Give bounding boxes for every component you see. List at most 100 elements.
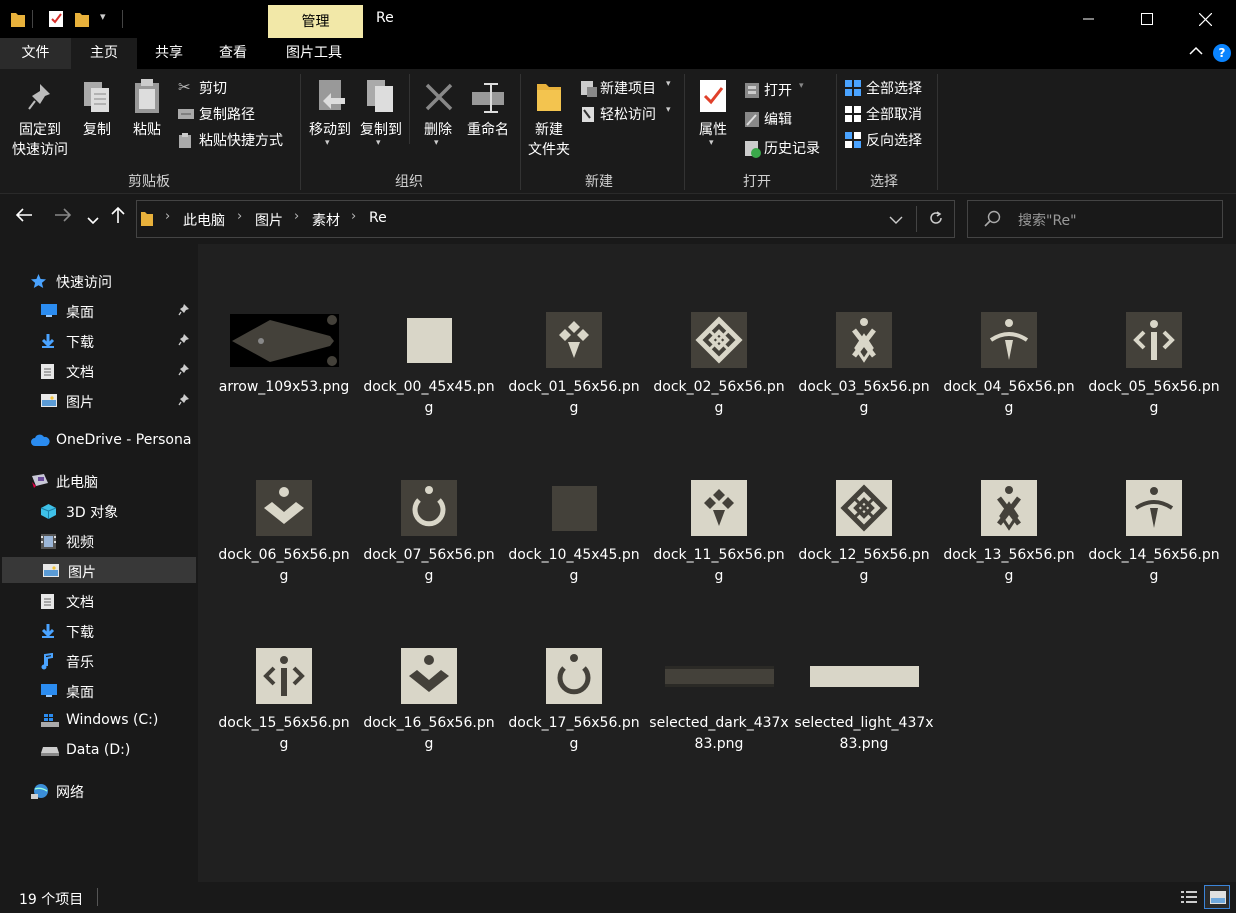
file-item[interactable]: selected_dark_437x83.png [649, 636, 789, 786]
thumbnail-image [691, 480, 747, 536]
file-item[interactable]: dock_11_56x56.png [649, 468, 789, 618]
tab-file[interactable]: 文件 [0, 38, 71, 69]
sidebar-item-7[interactable]: 此电脑 [0, 467, 196, 493]
file-item[interactable]: dock_16_56x56.png [359, 636, 499, 786]
details-view-icon[interactable] [1180, 889, 1198, 909]
history-button[interactable]: 历史记录 [742, 138, 832, 160]
pin-icon [178, 363, 190, 379]
refresh-icon[interactable] [928, 210, 944, 230]
sidebar-item-15[interactable]: Windows (C:) [0, 707, 196, 733]
tab-home[interactable]: 主页 [71, 38, 137, 69]
file-item[interactable]: arrow_109x53.png [214, 300, 354, 450]
file-name: dock_03_56x56.png [798, 379, 930, 416]
copy-path-button[interactable]: 复制路径 [175, 104, 295, 126]
file-name: dock_15_56x56.png [218, 715, 350, 752]
new-folder-qat-icon[interactable] [74, 10, 90, 28]
tab-manage[interactable]: 管理 [268, 5, 363, 38]
breadcrumb-re[interactable]: Re [369, 210, 387, 226]
new-folder-button[interactable]: 新建 文件夹 [524, 74, 574, 164]
tab-picture-tools[interactable]: 图片工具 [265, 38, 363, 69]
sidebar-item-2[interactable]: 桌面 [0, 297, 196, 323]
sidebar-item-16[interactable]: Data (D:) [0, 737, 196, 763]
recent-locations-icon[interactable] [87, 210, 99, 231]
sidebar-item-label: Windows (C:) [66, 712, 159, 728]
sidebar-item-5[interactable]: 图片 [0, 387, 196, 413]
breadcrumb-separator[interactable]: › [237, 209, 242, 224]
breadcrumb-pictures[interactable]: 图片 [255, 210, 283, 230]
invert-selection-button[interactable]: 反向选择 [844, 130, 934, 152]
sidebar-item-13[interactable]: 音乐 [0, 647, 196, 673]
delete-button[interactable]: 删除 ▾ [418, 74, 458, 164]
move-to-button[interactable]: 移动到 ▾ [305, 74, 355, 164]
pin-quick-access-button[interactable]: 固定到 快速访问 [4, 74, 76, 164]
file-item[interactable]: dock_04_56x56.png [939, 300, 1079, 450]
edit-button[interactable]: 编辑 [742, 109, 822, 131]
tab-share[interactable]: 共享 [137, 38, 201, 69]
file-item[interactable]: dock_02_56x56.png [649, 300, 789, 450]
open-button[interactable]: 打开 ▾ [742, 80, 822, 102]
copy-to-button[interactable]: 复制到 ▾ [356, 74, 406, 164]
close-button[interactable] [1176, 0, 1234, 38]
sidebar-item-14[interactable]: 桌面 [0, 677, 196, 703]
sidebar-item-3[interactable]: 下载 [0, 327, 196, 353]
file-item[interactable]: dock_12_56x56.png [794, 468, 934, 618]
thumbnail-image [809, 665, 919, 687]
maximize-button[interactable] [1118, 0, 1176, 38]
search-icon [984, 210, 1002, 232]
large-icons-view-button[interactable] [1204, 885, 1230, 909]
status-divider [97, 888, 98, 906]
paste-button[interactable]: 粘贴 [126, 74, 168, 164]
file-item[interactable]: dock_14_56x56.png [1084, 468, 1224, 618]
thumbnail-image [401, 648, 457, 704]
file-item[interactable]: dock_17_56x56.png [504, 636, 644, 786]
sidebar-item-1[interactable]: 快速访问 [0, 267, 196, 293]
breadcrumb-separator[interactable]: › [294, 209, 299, 224]
file-name: dock_10_45x45.png [508, 547, 640, 584]
desktop-icon [40, 683, 57, 698]
search-box[interactable] [967, 200, 1223, 238]
file-item[interactable]: dock_07_56x56.png [359, 468, 499, 618]
file-item[interactable]: dock_00_45x45.png [359, 300, 499, 450]
file-item[interactable]: selected_light_437x83.png [794, 636, 934, 786]
file-item[interactable]: dock_05_56x56.png [1084, 300, 1224, 450]
sidebar-item-17[interactable]: 网络 [0, 777, 196, 803]
paste-shortcut-button[interactable]: 粘贴快捷方式 [175, 130, 300, 152]
sidebar-item-6[interactable]: OneDrive - Persona [0, 427, 196, 453]
rename-button[interactable]: 重命名 [462, 74, 514, 164]
new-folder-icon [537, 84, 561, 111]
file-item[interactable]: dock_03_56x56.png [794, 300, 934, 450]
sidebar-item-9[interactable]: 视频 [0, 527, 196, 553]
dropdown-arrow-icon: ▾ [434, 138, 439, 148]
select-none-button[interactable]: 全部取消 [844, 104, 934, 126]
forward-arrow-icon[interactable] [54, 206, 72, 229]
properties-qat-icon[interactable] [48, 9, 65, 28]
help-icon[interactable]: ? [1213, 44, 1231, 62]
collapse-ribbon-icon[interactable] [1189, 44, 1203, 60]
breadcrumb-separator[interactable]: › [351, 209, 356, 224]
file-item[interactable]: dock_10_45x45.png [504, 468, 644, 618]
tab-view[interactable]: 查看 [201, 38, 265, 69]
properties-button[interactable]: 属性 ▾ [692, 74, 734, 164]
file-item[interactable]: dock_15_56x56.png [214, 636, 354, 786]
breadcrumb-this-pc[interactable]: 此电脑 [183, 210, 225, 230]
sidebar-item-11[interactable]: 文档 [0, 587, 196, 613]
file-name: dock_01_56x56.png [508, 379, 640, 416]
sidebar-item-12[interactable]: 下载 [0, 617, 196, 643]
file-item[interactable]: dock_01_56x56.png [504, 300, 644, 450]
breadcrumb-material[interactable]: 素材 [312, 210, 340, 230]
cut-button[interactable]: ✂ 剪切 [175, 78, 295, 100]
select-all-button[interactable]: 全部选择 [844, 78, 934, 100]
copy-button[interactable]: 复制 [78, 74, 116, 164]
customize-qat-icon[interactable]: ▾ [100, 10, 106, 23]
sidebar-item-8[interactable]: 3D 对象 [0, 497, 196, 523]
address-dropdown-icon[interactable] [889, 213, 903, 229]
sidebar-item-10[interactable]: 图片 [2, 557, 196, 583]
file-item[interactable]: dock_13_56x56.png [939, 468, 1079, 618]
file-item[interactable]: dock_06_56x56.png [214, 468, 354, 618]
sidebar-item-4[interactable]: 文档 [0, 357, 196, 383]
up-arrow-icon[interactable] [110, 206, 126, 229]
new-item-button[interactable]: 新建项目 ▾ [578, 78, 678, 100]
minimize-button[interactable] [1060, 0, 1118, 38]
back-arrow-icon[interactable] [15, 206, 33, 229]
easy-access-button[interactable]: 轻松访问 ▾ [578, 104, 678, 126]
